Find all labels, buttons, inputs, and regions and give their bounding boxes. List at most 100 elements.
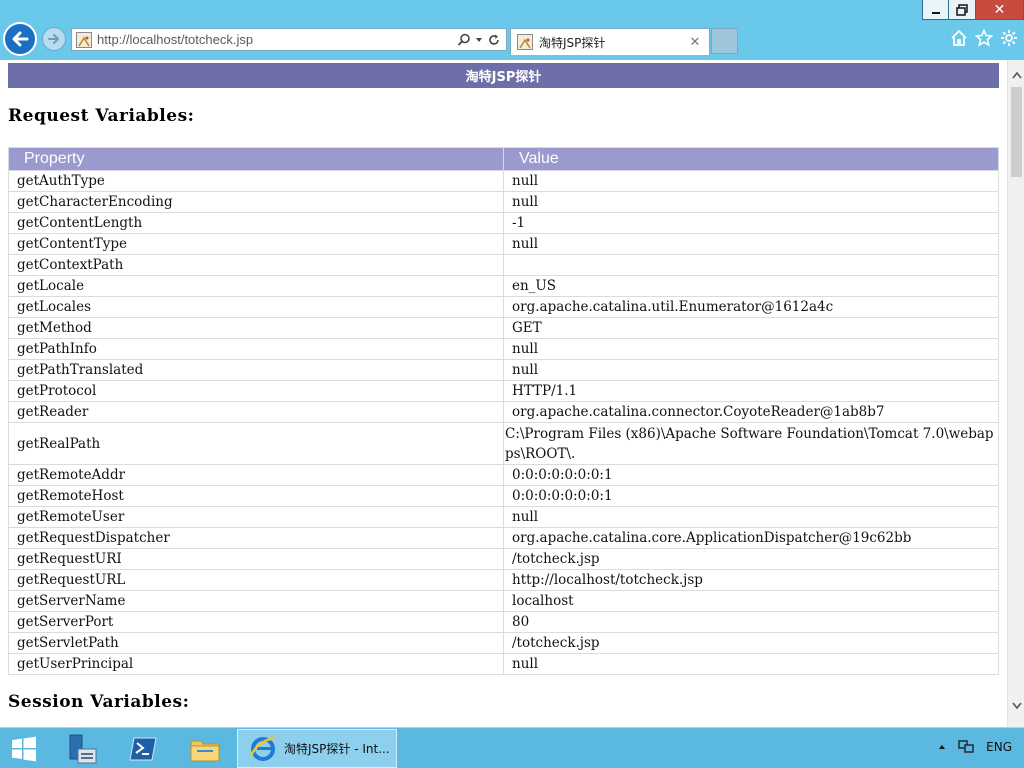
gear-icon[interactable]	[1000, 29, 1018, 47]
cell-property: getRequestURI	[8, 548, 504, 570]
cell-property: getPathTranslated	[8, 359, 504, 381]
table-row: getRequestDispatcher org.apache.catalina.…	[8, 527, 999, 549]
forward-arrow-icon	[48, 34, 59, 44]
table-row: getReader org.apache.catalina.connector.C…	[8, 401, 999, 423]
scroll-up-icon[interactable]	[1008, 68, 1024, 82]
table-row: getContextPath	[8, 254, 999, 276]
cell-property: getAuthType	[8, 170, 504, 192]
table-row: getPathInfo null	[8, 338, 999, 360]
cell-value: /totcheck.jsp	[503, 632, 999, 654]
toolbar-right-icons	[950, 29, 1018, 47]
forward-button[interactable]	[42, 27, 66, 51]
page-banner: 淘特JSP探针	[8, 63, 999, 88]
cell-property: getServletPath	[8, 632, 504, 654]
system-tray: ENG	[938, 740, 1012, 754]
table-row: getContentLength -1	[8, 212, 999, 234]
request-variables-title: Request Variables:	[8, 106, 195, 126]
table-row: getRemoteUser null	[8, 506, 999, 528]
scroll-down-icon[interactable]	[1008, 699, 1024, 713]
cell-property: getContentType	[8, 233, 504, 255]
server-manager-icon[interactable]	[62, 732, 102, 766]
table-row: getRemoteAddr 0:0:0:0:0:0:0:1	[8, 464, 999, 486]
tab-active[interactable]: 淘特JSP探针 ✕	[510, 28, 710, 55]
cell-value: null	[503, 506, 999, 528]
table-row: getRealPath C:\Program Files (x86)\Apache…	[8, 422, 999, 465]
cell-value: 0:0:0:0:0:0:0:1	[503, 464, 999, 486]
address-bar[interactable]: http://localhost/totcheck.jsp	[71, 28, 507, 51]
cell-property: getLocales	[8, 296, 504, 318]
table-row: getMethod GET	[8, 317, 999, 339]
header-value: Value	[503, 147, 999, 171]
cell-property: getUserPrincipal	[8, 653, 504, 675]
taskbar-task-label: 淘特JSP探针 - Int...	[284, 742, 390, 756]
back-arrow-icon	[12, 31, 29, 47]
browser-chrome: ✕ http://localhost/totcheck.jsp 淘特JSP探针 …	[0, 0, 1024, 60]
star-icon[interactable]	[975, 29, 993, 47]
windows-start-icon[interactable]	[4, 732, 44, 766]
home-icon[interactable]	[950, 29, 968, 47]
search-icon[interactable]	[457, 33, 471, 47]
refresh-icon[interactable]	[487, 33, 501, 47]
cell-property: getRequestDispatcher	[8, 527, 504, 549]
table-row: getContentType null	[8, 233, 999, 255]
table-row: getRequestURL http://localhost/totcheck.j…	[8, 569, 999, 591]
cell-value: 80	[503, 611, 999, 633]
table-row: getServletPath/totcheck.jsp	[8, 632, 999, 654]
cell-value: null	[503, 170, 999, 192]
cell-value: /totcheck.jsp	[503, 548, 999, 570]
cell-value: 0:0:0:0:0:0:0:1	[503, 485, 999, 507]
tab-favicon-icon	[517, 34, 533, 50]
table-row: getProtocol HTTP/1.1	[8, 380, 999, 402]
close-button[interactable]: ✕	[976, 0, 1024, 20]
cell-property: getServerPort	[8, 611, 504, 633]
cell-property: getRealPath	[8, 422, 504, 465]
powershell-icon[interactable]	[123, 732, 163, 766]
cell-value: localhost	[503, 590, 999, 612]
address-url[interactable]: http://localhost/totcheck.jsp	[97, 32, 457, 47]
scroll-thumb[interactable]	[1011, 87, 1022, 177]
table-row: getUserPrincipal null	[8, 653, 999, 675]
back-button[interactable]	[3, 22, 37, 56]
tray-arrow-icon[interactable]	[938, 744, 946, 750]
table-row: getRequestURI/totcheck.jsp	[8, 548, 999, 570]
cell-property: getRemoteHost	[8, 485, 504, 507]
cell-property: getRemoteUser	[8, 506, 504, 528]
network-icon[interactable]	[958, 740, 974, 754]
new-tab-button[interactable]	[711, 28, 738, 54]
table-header-row: Property Value	[8, 147, 999, 171]
tab-label: 淘特JSP探针	[539, 35, 606, 50]
file-explorer-icon[interactable]	[185, 732, 225, 766]
taskbar-task-ie[interactable]: 淘特JSP探针 - Int...	[237, 729, 397, 768]
restore-button[interactable]	[949, 0, 976, 20]
internet-explorer-icon	[249, 736, 276, 761]
cell-property: getContentLength	[8, 212, 504, 234]
window-controls: ✕	[922, 0, 1024, 20]
cell-value: null	[503, 233, 999, 255]
table-row: getAuthType null	[8, 170, 999, 192]
restore-icon	[956, 3, 968, 16]
cell-property: getProtocol	[8, 380, 504, 402]
dropdown-icon[interactable]	[475, 36, 483, 44]
table-row: getLocale en_US	[8, 275, 999, 297]
session-variables-title: Session Variables:	[8, 692, 190, 712]
request-variables-table: Property Value getAuthType null getCharact…	[8, 147, 999, 675]
table-row: getServerName localhost	[8, 590, 999, 612]
minimize-icon	[931, 11, 940, 14]
close-icon: ✕	[993, 1, 1006, 18]
minimize-button[interactable]	[922, 0, 949, 20]
cell-property: getCharacterEncoding	[8, 191, 504, 213]
vertical-scrollbar[interactable]	[1007, 60, 1024, 727]
tab-close-icon[interactable]: ✕	[687, 35, 703, 50]
cell-value	[503, 254, 999, 276]
cell-property: getPathInfo	[8, 338, 504, 360]
table-row: getLocales org.apache.catalina.util.Enume…	[8, 296, 999, 318]
header-property: Property	[8, 147, 504, 171]
request-variables-body: getAuthType null getCharacterEncoding null g…	[8, 170, 999, 675]
cell-property: getReader	[8, 401, 504, 423]
language-indicator[interactable]: ENG	[986, 740, 1012, 754]
cell-property: getMethod	[8, 317, 504, 339]
page-viewport: 淘特JSP探针 Request Variables: Property Valu…	[0, 60, 1024, 727]
cell-value: org.apache.catalina.connector.CoyoteRead…	[503, 401, 999, 423]
table-row: getCharacterEncoding null	[8, 191, 999, 213]
cell-value: org.apache.catalina.core.ApplicationDisp…	[503, 527, 999, 549]
